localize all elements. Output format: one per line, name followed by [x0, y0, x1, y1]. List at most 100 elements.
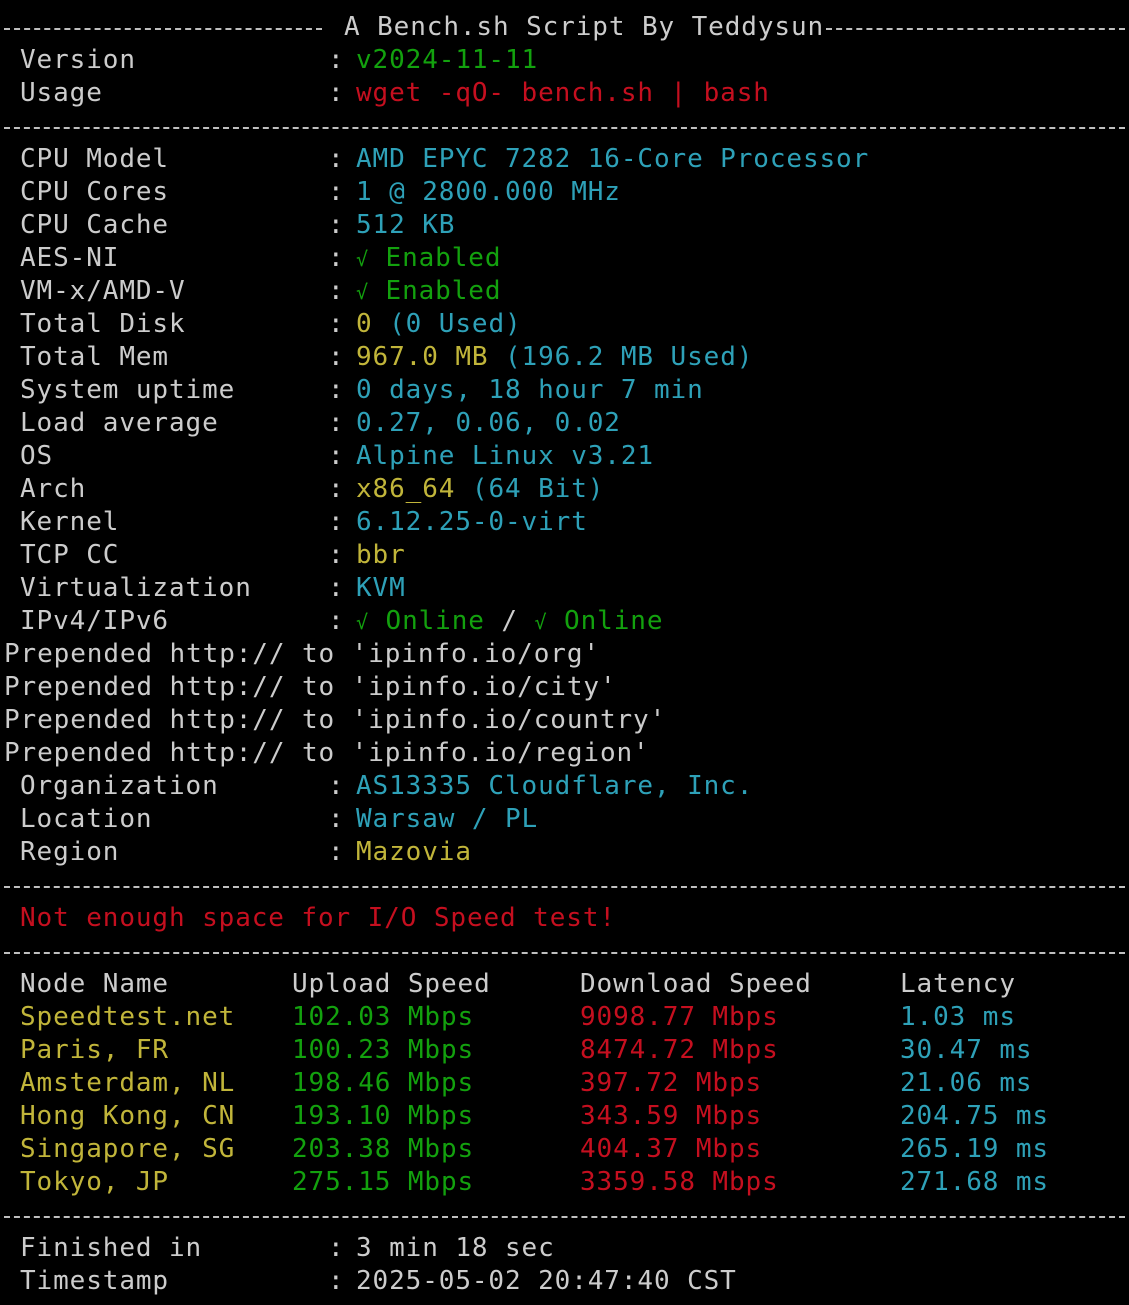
total-mem-row: Total Mem : 967.0 MB (196.2 MB Used) — [0, 341, 1129, 374]
load-average-label: Load average — [20, 408, 219, 438]
table-row: Speedtest.net 102.03 Mbps 9098.77 Mbps 1… — [0, 1001, 1129, 1034]
kernel-label: Kernel — [20, 507, 120, 537]
column-header-download: Download Speed — [580, 969, 812, 999]
node-name: Paris, FR — [20, 1035, 169, 1065]
colon: : — [328, 342, 345, 372]
prepended-line: Prepended http:// to 'ipinfo.io/city' — [4, 672, 617, 702]
virtualization-row: Virtualization : KVM — [0, 572, 1129, 605]
finished-label: Finished in — [20, 1233, 203, 1263]
uptime-value: 0 days, 18 hour 7 min — [356, 375, 704, 405]
section-divider — [0, 110, 1129, 143]
aes-ni-value: √ Enabled — [356, 242, 501, 275]
latency: 21.06 ms — [900, 1068, 1033, 1098]
colon: : — [328, 78, 345, 108]
download-speed: 3359.58 Mbps — [580, 1167, 779, 1197]
cpu-model-label: CPU Model — [20, 144, 169, 174]
check-icon: √ — [356, 610, 369, 634]
colon: : — [328, 243, 345, 273]
check-icon: √ — [356, 280, 369, 304]
vmx-label: VM-x/AMD-V — [20, 276, 186, 306]
load-average-row: Load average : 0.27, 0.06, 0.02 — [0, 407, 1129, 440]
disk-used: (0 Used) — [389, 309, 522, 339]
divider — [4, 28, 322, 30]
total-mem-value: 967.0 MB (196.2 MB Used) — [356, 341, 753, 374]
kernel-row: Kernel : 6.12.25-0-virt — [0, 506, 1129, 539]
check-icon: √ — [534, 610, 548, 634]
arch-name: x86_64 — [356, 474, 456, 504]
terminal-window[interactable]: A Bench.sh Script By Teddysun Version : … — [0, 0, 1129, 1305]
cpu-cache-row: CPU Cache : 512 KB — [0, 209, 1129, 242]
uptime-row: System uptime : 0 days, 18 hour 7 min — [0, 374, 1129, 407]
latency: 30.47 ms — [900, 1035, 1033, 1065]
upload-speed: 100.23 Mbps — [292, 1035, 475, 1065]
usage-row: Usage : wget -qO- bench.sh | bash — [0, 77, 1129, 110]
usage-label: Usage — [20, 78, 103, 108]
usage-value: wget -qO- bench.sh | bash — [356, 78, 770, 108]
version-value: v2024-11-11 — [356, 45, 539, 75]
region-label: Region — [20, 837, 120, 867]
speedtest-header: Node Name Upload Speed Download Speed La… — [0, 968, 1129, 1001]
latency: 204.75 ms — [900, 1101, 1049, 1131]
divider — [826, 28, 1125, 30]
os-row: OS : Alpine Linux v3.21 — [0, 440, 1129, 473]
table-row: Hong Kong, CN 193.10 Mbps 343.59 Mbps 20… — [0, 1100, 1129, 1133]
download-speed: 397.72 Mbps — [580, 1068, 763, 1098]
colon: : — [328, 1266, 345, 1296]
upload-speed: 198.46 Mbps — [292, 1068, 475, 1098]
cpu-cores-value: 1 @ 2800.000 MHz — [356, 177, 621, 207]
colon: : — [328, 276, 345, 306]
ip-label: IPv4/IPv6 — [20, 606, 169, 636]
disk-total: 0 — [356, 309, 373, 339]
upload-speed: 275.15 Mbps — [292, 1167, 475, 1197]
colon: : — [328, 408, 345, 438]
latency: 271.68 ms — [900, 1167, 1049, 1197]
colon: : — [328, 177, 345, 207]
colon: : — [328, 210, 345, 240]
column-header-upload: Upload Speed — [292, 969, 491, 999]
download-speed: 404.37 Mbps — [580, 1134, 763, 1164]
aes-ni-label: AES-NI — [20, 243, 120, 273]
colon: : — [328, 1233, 345, 1263]
column-header-latency: Latency — [900, 969, 1016, 999]
cpu-cache-value: 512 KB — [356, 210, 456, 240]
header-rule: A Bench.sh Script By Teddysun — [0, 11, 1129, 44]
ipv4-status: Online — [385, 606, 485, 636]
timestamp-row: Timestamp : 2025-05-02 20:47:40 CST — [0, 1265, 1129, 1298]
os-value: Alpine Linux v3.21 — [356, 441, 654, 471]
location-row: Location : Warsaw / PL — [0, 803, 1129, 836]
colon: : — [328, 507, 345, 537]
section-divider — [0, 1199, 1129, 1232]
prepended-line: Prepended http:// to 'ipinfo.io/country' — [4, 705, 667, 735]
colon: : — [328, 309, 345, 339]
node-name: Hong Kong, CN — [20, 1101, 236, 1131]
colon: : — [328, 375, 345, 405]
organization-value: AS13335 Cloudflare, Inc. — [356, 771, 754, 801]
version-row: Version : v2024-11-11 — [0, 44, 1129, 77]
finished-row: Finished in : 3 min 18 sec — [0, 1232, 1129, 1265]
cpu-cache-label: CPU Cache — [20, 210, 169, 240]
node-name: Amsterdam, NL — [20, 1068, 236, 1098]
colon: : — [328, 474, 345, 504]
mem-total: 967.0 MB — [356, 342, 489, 372]
organization-row: Organization : AS13335 Cloudflare, Inc. — [0, 770, 1129, 803]
colon: : — [328, 804, 345, 834]
table-row: Amsterdam, NL 198.46 Mbps 397.72 Mbps 21… — [0, 1067, 1129, 1100]
table-row: Singapore, SG 203.38 Mbps 404.37 Mbps 26… — [0, 1133, 1129, 1166]
version-label: Version — [20, 45, 136, 75]
io-warning: Not enough space for I/O Speed test! — [20, 903, 616, 933]
io-message-row: Not enough space for I/O Speed test! — [0, 902, 1129, 935]
vmx-value: √ Enabled — [356, 275, 501, 308]
ip-value: √ Online / √ Online — [356, 605, 663, 638]
cpu-model-value: AMD EPYC 7282 16-Core Processor — [356, 144, 870, 174]
table-row: Paris, FR 100.23 Mbps 8474.72 Mbps 30.47… — [0, 1034, 1129, 1067]
region-value: Mazovia — [356, 837, 472, 867]
latency: 265.19 ms — [900, 1134, 1049, 1164]
node-name: Singapore, SG — [20, 1134, 236, 1164]
node-name: Tokyo, JP — [20, 1167, 169, 1197]
cpu-cores-row: CPU Cores : 1 @ 2800.000 MHz — [0, 176, 1129, 209]
finished-value: 3 min 18 sec — [356, 1233, 555, 1263]
upload-speed: 102.03 Mbps — [292, 1002, 475, 1032]
timestamp-label: Timestamp — [20, 1266, 169, 1296]
check-icon: √ — [356, 247, 369, 271]
prepended-line: Prepended http:// to 'ipinfo.io/org' — [4, 639, 600, 669]
